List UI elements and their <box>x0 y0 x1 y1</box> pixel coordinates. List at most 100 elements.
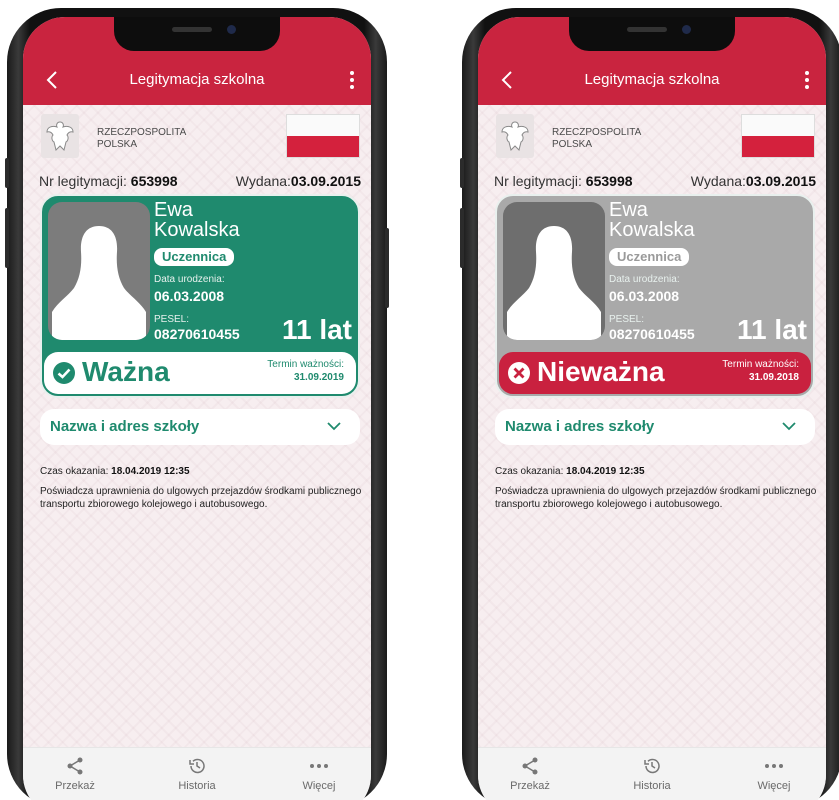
issued-label: Wydana: <box>690 173 746 189</box>
issuer-line2: POLSKA <box>97 139 138 150</box>
school-label: Nazwa i adres szkoły <box>50 418 200 435</box>
phone-side-button <box>5 158 9 188</box>
id-card: Ewa Kowalska Uczennica Data urodzenia: 0… <box>40 194 360 398</box>
school-accordion[interactable]: Nazwa i adres szkoły <box>40 409 360 445</box>
dob-value: 06.03.2008 <box>154 288 225 304</box>
chevron-down-icon <box>327 422 341 431</box>
school-accordion[interactable]: Nazwa i adres szkoły <box>495 409 815 445</box>
first-name: Ewa <box>609 199 648 221</box>
presentation-time: Czas okazania: 18.04.2019 12:35 <box>40 466 190 477</box>
presentation-time-label: Czas okazania: <box>40 466 109 477</box>
holder-name: Ewa Kowalska <box>609 200 695 240</box>
eagle-emblem-icon <box>496 114 534 158</box>
entitlement-description: Poświadcza uprawnienia do ulgowych przej… <box>495 486 817 510</box>
phone-valid: Legitymacja szkolna RZECZPOSPOLITA POLSK… <box>5 8 389 800</box>
presentation-time-label: Czas okazania: <box>495 466 564 477</box>
pesel-value: 08270610455 <box>609 326 695 342</box>
more-vert-icon[interactable] <box>800 69 814 91</box>
share-icon <box>67 757 83 775</box>
more-vert-icon[interactable] <box>345 69 359 91</box>
entitlement-description: Poświadcza uprawnienia do ulgowych przej… <box>40 486 362 510</box>
dob-label: Data urodzenia: <box>609 274 680 285</box>
last-name: Kowalska <box>154 219 240 241</box>
issuer-line1: RZECZPOSPOLITA <box>552 127 642 138</box>
app-screen: Legitymacja szkolna RZECZPOSPOLITA POLSK… <box>23 17 371 800</box>
issuer-name: RZECZPOSPOLITA POLSKA <box>97 127 186 151</box>
person-silhouette-icon <box>507 226 601 340</box>
age-value: 11 lat <box>736 314 807 345</box>
check-circle-icon <box>53 362 75 384</box>
nav-history-label: Historia <box>178 780 216 792</box>
pesel-value: 08270610455 <box>154 326 240 342</box>
nav-share-label: Przekaż <box>510 780 550 792</box>
first-name: Ewa <box>154 199 193 221</box>
issued-label: Wydana: <box>235 173 291 189</box>
pesel-label: PESEL: <box>609 314 645 325</box>
validity-date: 31.09.2018 <box>748 372 799 383</box>
last-name: Kowalska <box>609 219 695 241</box>
role-badge: Uczennica <box>609 248 690 266</box>
history-icon <box>189 758 205 774</box>
presentation-time-value: 18.04.2019 12:35 <box>111 466 190 477</box>
id-card: Ewa Kowalska Uczennica Data urodzenia: 0… <box>495 194 815 398</box>
nav-more[interactable]: Więcej <box>734 756 814 792</box>
phone-notch <box>569 17 735 51</box>
id-number: 653998 <box>585 173 633 189</box>
validity-term: Termin ważności: 31.09.2018 <box>722 358 799 384</box>
phone-notch <box>114 17 280 51</box>
status-text: Ważna <box>82 356 170 387</box>
nav-history[interactable]: Historia <box>612 756 692 792</box>
nav-share[interactable]: Przekaż <box>490 756 570 792</box>
person-silhouette-icon <box>52 226 146 340</box>
phone-invalid: Legitymacja szkolna RZECZPOSPOLITA POLSK… <box>460 8 839 800</box>
presentation-time: Czas okazania: 18.04.2019 12:35 <box>495 466 645 477</box>
nav-history-label: Historia <box>633 780 671 792</box>
role-badge: Uczennica <box>154 248 235 266</box>
nav-history[interactable]: Historia <box>157 756 237 792</box>
cancel-circle-icon <box>508 362 530 384</box>
id-number-label: Nr legitymacji: <box>494 173 582 189</box>
phone-side-button <box>5 208 9 268</box>
validity-date: 31.09.2019 <box>293 372 344 383</box>
presentation-time-value: 18.04.2019 12:35 <box>566 466 645 477</box>
dob-label: Data urodzenia: <box>154 274 225 285</box>
more-horiz-icon <box>310 764 328 768</box>
status-bar: Nieważna Termin ważności: 31.09.2018 <box>499 352 811 394</box>
issued-date: 03.09.2015 <box>290 173 361 189</box>
id-number-label: Nr legitymacji: <box>39 173 127 189</box>
dob-value: 06.03.2008 <box>609 288 680 304</box>
bottom-nav: Przekaż Historia Więcej <box>478 747 826 800</box>
nav-share[interactable]: Przekaż <box>35 756 115 792</box>
polish-flag <box>286 114 360 158</box>
phone-side-button <box>460 208 464 268</box>
issuer-name: RZECZPOSPOLITA POLSKA <box>552 127 641 151</box>
issued-date: 03.09.2015 <box>745 173 816 189</box>
app-header: Legitymacja szkolna <box>478 17 826 105</box>
status-bar: Ważna Termin ważności: 31.09.2019 <box>44 352 356 394</box>
pesel-label: PESEL: <box>154 314 190 325</box>
history-icon <box>644 758 660 774</box>
more-horiz-icon <box>765 764 783 768</box>
polish-flag <box>741 114 815 158</box>
avatar <box>48 202 150 340</box>
bottom-nav: Przekaż Historia Więcej <box>23 747 371 800</box>
holder-name: Ewa Kowalska <box>154 200 240 240</box>
page-title: Legitymacja szkolna <box>129 71 265 88</box>
issuer-line2: POLSKA <box>552 139 593 150</box>
phone-side-button <box>385 228 389 308</box>
nav-more[interactable]: Więcej <box>279 756 359 792</box>
chevron-down-icon <box>782 422 796 431</box>
validity-label: Termin ważności: <box>722 359 799 370</box>
avatar <box>503 202 605 340</box>
page-title: Legitymacja szkolna <box>584 71 720 88</box>
eagle-emblem-icon <box>41 114 79 158</box>
issuer-line1: RZECZPOSPOLITA <box>97 127 187 138</box>
nav-more-label: Więcej <box>302 780 336 792</box>
nav-share-label: Przekaż <box>55 780 95 792</box>
phone-side-button <box>460 158 464 188</box>
app-header: Legitymacja szkolna <box>23 17 371 105</box>
age-value: 11 lat <box>281 314 352 345</box>
id-number: 653998 <box>130 173 178 189</box>
app-screen: Legitymacja szkolna RZECZPOSPOLITA POLSK… <box>478 17 826 800</box>
validity-term: Termin ważności: 31.09.2019 <box>267 358 344 384</box>
